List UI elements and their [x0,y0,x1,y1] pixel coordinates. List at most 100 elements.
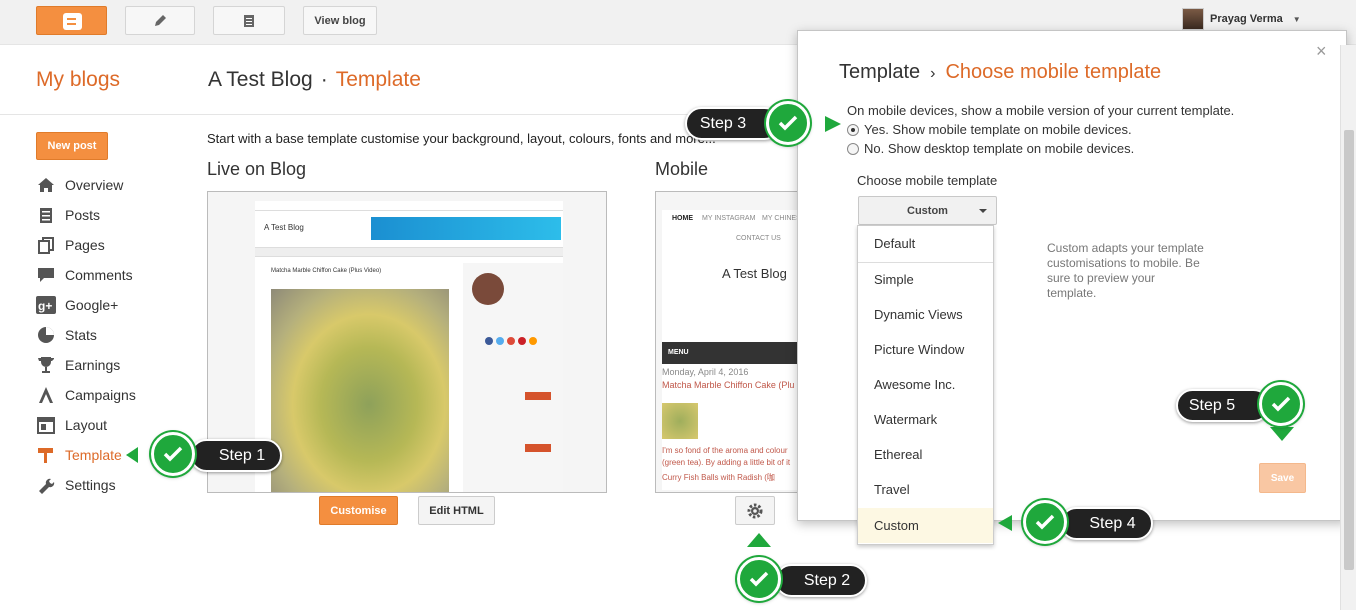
save-button[interactable]: Save [1259,463,1306,493]
sidebar-item-campaigns[interactable]: Campaigns [36,384,136,406]
choose-template-label: Choose mobile template [857,173,998,188]
radio-unselected-icon [847,142,859,155]
new-post-pencil-button[interactable] [125,6,195,35]
customise-button[interactable]: Customise [319,496,398,525]
sidebar-item-label: Campaigns [65,387,136,403]
pencil-icon [155,14,166,26]
comments-icon [36,266,56,284]
preview-post-title: Matcha Marble Chiffon Cake (Plus Video) [271,268,382,274]
mobile-template-preview[interactable]: HOME MY INSTAGRAM MY CHINES CONTACT US A… [655,191,805,493]
rss-icon [529,337,537,345]
option-picture-window[interactable]: Picture Window [858,332,993,367]
mobile-post-date: Monday, April 4, 2016 [662,367,749,377]
sidebar-item-settings[interactable]: Settings [36,474,116,496]
mobile-post2-title: Curry Fish Balls with Radish (咖 [662,473,775,482]
sidebar-item-template[interactable]: Template [36,444,122,466]
option-custom[interactable]: Custom [858,508,993,543]
step1-label: Step 1 [190,439,282,472]
sidebar-item-label: Comments [65,267,133,283]
radio-no-label: No. Show desktop template on mobile devi… [864,141,1135,156]
sidebar-item-posts[interactable]: Posts [36,204,100,226]
page-title: A Test Blog · Template [208,68,421,92]
scrollbar-thumb[interactable] [1344,130,1354,570]
pinterest-icon [518,337,526,345]
step5-check-icon [1259,382,1303,426]
edit-html-button[interactable]: Edit HTML [418,496,495,525]
sidebar-item-label: Posts [65,207,101,223]
template-icon [36,446,56,464]
title-separator: · [320,68,328,91]
layout-icon [36,416,56,434]
sidebar-item-comments[interactable]: Comments [36,264,133,286]
sidebar-item-label: Overview [65,177,124,193]
mobile-post-title: Matcha Marble Chiffon Cake (Plu [662,380,795,390]
sidebar-item-label: Google+ [65,297,119,313]
sidebar-item-overview[interactable]: Overview [36,174,123,196]
view-blog-button[interactable]: View blog [303,6,377,35]
mobile-nav-chinese: MY CHINES [762,215,801,222]
radio-yes-mobile[interactable]: Yes. Show mobile template on mobile devi… [847,122,1132,137]
step3-pointer [825,116,841,132]
sidebar-item-stats[interactable]: Stats [36,324,97,346]
page-name: Template [335,68,421,91]
sidebar-item-label: Pages [65,237,105,253]
dialog-title: Template › Choose mobile template [839,61,1161,84]
preview-sidebar [463,263,563,492]
sidebar-item-layout[interactable]: Layout [36,414,107,436]
mobile-heading: Mobile [655,159,709,179]
template-description: Custom adapts your template customisatio… [1047,241,1204,300]
stats-icon [36,326,56,344]
sidebar-item-google-plus[interactable]: g+ Google+ [36,294,118,316]
option-awesome-inc[interactable]: Awesome Inc. [858,367,993,402]
option-simple[interactable]: Simple [858,262,993,297]
option-travel[interactable]: Travel [858,472,993,507]
mobile-settings-button[interactable] [735,496,775,525]
blogger-logo-button[interactable] [36,6,107,35]
option-watermark[interactable]: Watermark [858,402,993,437]
preview-cake-photo [271,289,449,492]
dialog-title-main: Template [839,61,921,83]
blog-preview-page: A Test Blog Matcha Marble Chiffon Cake (… [255,201,563,492]
posts-icon [36,206,56,224]
blog-name: A Test Blog [208,68,313,91]
step5-label: Step 5 [1176,389,1270,422]
sidebar-item-pages[interactable]: Pages [36,234,105,256]
posts-list-button[interactable] [213,6,285,35]
dialog-subtitle: Choose mobile template [945,61,1162,83]
account-menu[interactable]: Prayag Verma ▼ [1182,8,1301,30]
step2-check-icon [737,557,781,601]
option-dynamic-views[interactable]: Dynamic Views [858,297,993,332]
mobile-post-excerpt: I'm so fond of the aroma and colour (gre… [662,446,791,467]
mobile-question: On mobile devices, show a mobile version… [847,103,1235,118]
blogger-icon [63,13,82,30]
wrench-icon [36,476,56,494]
mobile-post-thumbnail [662,403,698,439]
step4-check-icon [1023,500,1067,544]
option-ethereal[interactable]: Ethereal [858,437,993,472]
mobile-nav-contact: CONTACT US [736,235,781,242]
chevron-down-icon [979,209,987,213]
avatar [1182,8,1204,30]
template-dropdown-menu: Default Simple Dynamic Views Picture Win… [857,225,994,545]
sidebar-item-earnings[interactable]: Earnings [36,354,120,376]
campaigns-icon [36,386,56,404]
step2-label: Step 2 [775,564,867,597]
step4-label: Step 4 [1060,507,1153,540]
option-default[interactable]: Default [858,226,993,261]
gear-icon [747,503,763,518]
page-scrollbar[interactable] [1340,45,1356,610]
new-post-button[interactable]: New post [36,132,108,160]
facebook-icon [485,337,493,345]
live-on-blog-heading: Live on Blog [207,159,307,179]
twitter-icon [496,337,504,345]
my-blogs-link[interactable]: My blogs [36,68,120,92]
step5-pointer [1270,427,1294,441]
radio-selected-icon [847,123,859,136]
preview-top-nav [255,201,563,211]
chevron-down-icon: ▼ [1292,14,1301,24]
radio-yes-label: Yes. Show mobile template on mobile devi… [864,122,1132,137]
template-select[interactable]: Custom [858,196,997,225]
close-icon[interactable]: × [1316,41,1327,62]
radio-no-desktop[interactable]: No. Show desktop template on mobile devi… [847,141,1134,156]
sidebar-item-label: Layout [65,417,108,433]
